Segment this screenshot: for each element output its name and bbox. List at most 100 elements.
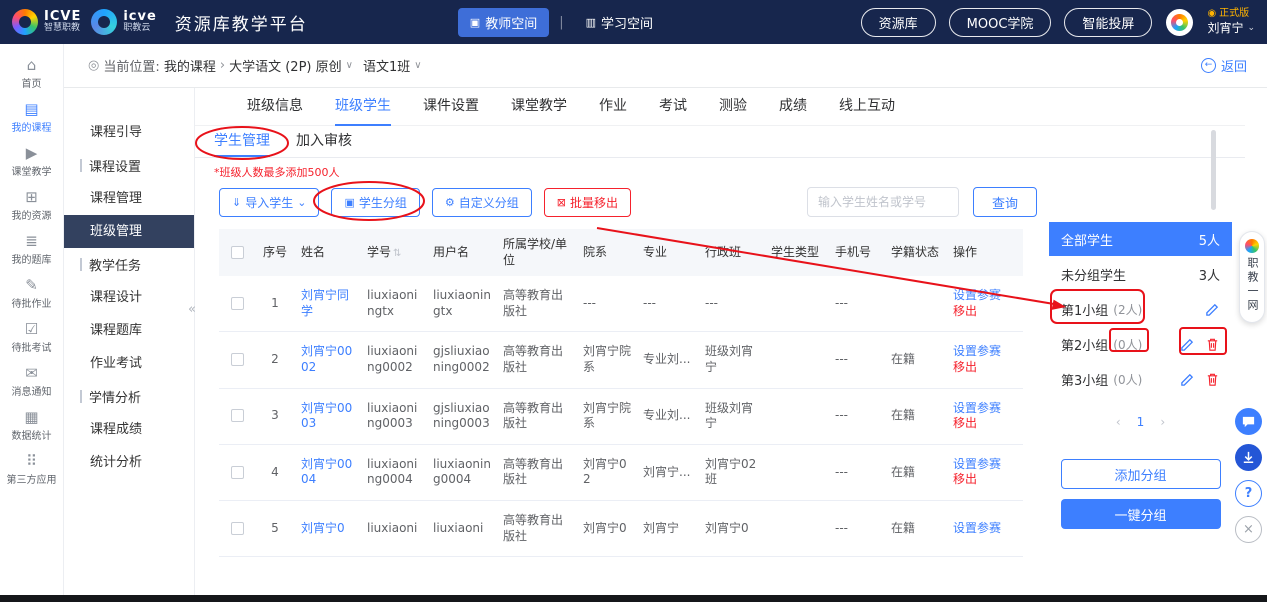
quick-link-button[interactable]: 智能投屏 (1064, 8, 1152, 37)
sidebar-collapse-handle[interactable]: « (188, 302, 196, 317)
add-group-button[interactable]: 添加分组 (1061, 459, 1221, 489)
menu-item[interactable]: 课程管理 (64, 182, 194, 215)
student-name-link[interactable]: 刘宵宁0002 (301, 344, 352, 374)
page-number[interactable]: 1 (1137, 415, 1145, 429)
sort-icon[interactable]: ⇅ (393, 248, 401, 259)
rail-item-question-bank[interactable]: ≣ 我的题库 (0, 228, 63, 272)
back-button[interactable]: ← 返回 (1201, 56, 1247, 75)
tab[interactable]: 成绩 (779, 88, 807, 126)
ungrouped-students-row[interactable]: 未分组学生 3人 (1049, 256, 1232, 292)
menu-section: 教学任务 (64, 248, 194, 281)
group-icon: ▣ (344, 196, 354, 209)
rail-item-pending-exams[interactable]: ☑ 待批考试 (0, 316, 63, 360)
group-row[interactable]: 第2小组 (0人) (1049, 327, 1232, 362)
menu-item[interactable]: 统计分析 (64, 446, 194, 479)
prev-page-icon[interactable]: ‹ (1116, 415, 1121, 429)
student-row: 4 刘宵宁0004 liuxiaoning0004 liuxiaoning000… (219, 444, 1023, 500)
breadcrumb-my-courses[interactable]: 我的课程 (164, 56, 216, 75)
scrollbar-thumb[interactable] (1211, 130, 1216, 210)
divider: | (559, 15, 563, 30)
rail-item-my-resources[interactable]: ⊞ 我的资源 (0, 184, 63, 228)
delete-group-button[interactable] (1205, 337, 1220, 352)
subtab[interactable]: 学生管理 (214, 126, 270, 157)
topnav-teacher-space[interactable]: ▣ 教师空间 (458, 8, 549, 37)
group-row[interactable]: 第3小组 (0人) (1049, 362, 1232, 397)
auto-group-button[interactable]: 一键分组 (1061, 499, 1221, 529)
rail-item-my-courses[interactable]: ▤ 我的课程 (0, 96, 63, 140)
row-checkbox[interactable] (231, 466, 244, 479)
student-table-body: 1 刘宵宁同学 liuxiaoningtx liuxiaoningtx 高等教育… (219, 276, 1023, 556)
side-tab-zhijiao[interactable]: 职教一网 (1239, 231, 1265, 323)
remove-link[interactable]: 移出 (953, 360, 977, 374)
help-float-button[interactable]: ? (1235, 480, 1262, 507)
tab[interactable]: 课堂教学 (511, 88, 567, 126)
set-contest-link[interactable]: 设置参赛 (953, 401, 1001, 415)
set-contest-link[interactable]: 设置参赛 (953, 288, 1001, 302)
menu-item[interactable]: 课程设计 (64, 281, 194, 314)
tab[interactable]: 班级学生 (335, 88, 391, 126)
breadcrumb-class[interactable]: 语文1班 (363, 56, 410, 75)
menu-item[interactable]: 课程引导 (64, 116, 194, 149)
menu-item[interactable]: 课程成绩 (64, 413, 194, 446)
set-contest-link[interactable]: 设置参赛 (953, 457, 1001, 471)
remove-link[interactable]: 移出 (953, 472, 977, 486)
rail-item-statistics[interactable]: ▦ 数据统计 (0, 404, 63, 448)
student-name-link[interactable]: 刘宵宁同学 (301, 288, 349, 318)
breadcrumb: ◎ 当前位置: 我的课程 › 大学语文 (2P) 原创 ∨ 语文1班 ∨ ← 返… (64, 44, 1267, 88)
user-menu[interactable]: ◉正式版 刘宵宁⌄ (1207, 8, 1255, 36)
remove-link[interactable]: 移出 (953, 416, 977, 430)
group-panel: 全部学生 5人 未分组学生 3人 第1小组 (2人) 第2小组 (0人) 第3小… (1049, 222, 1232, 529)
tab[interactable]: 作业 (599, 88, 627, 126)
quick-link-button[interactable]: 资源库 (861, 8, 936, 37)
tab[interactable]: 线上互动 (839, 88, 895, 126)
set-contest-link[interactable]: 设置参赛 (953, 521, 1001, 535)
chevron-down-icon[interactable]: ∨ (346, 60, 353, 71)
set-contest-link[interactable]: 设置参赛 (953, 344, 1001, 358)
tab[interactable]: 班级信息 (247, 88, 303, 126)
row-checkbox[interactable] (231, 297, 244, 310)
topnav-learning-space[interactable]: ▥ 学习空间 (574, 8, 665, 37)
tab[interactable]: 课件设置 (423, 88, 479, 126)
remove-link[interactable]: 移出 (953, 304, 977, 318)
tab[interactable]: 测验 (719, 88, 747, 126)
select-all-checkbox[interactable] (231, 246, 244, 259)
row-checkbox[interactable] (231, 409, 244, 422)
student-grouping-button[interactable]: ▣ 学生分组 (331, 188, 419, 217)
query-button[interactable]: 查询 (973, 187, 1037, 217)
chevron-down-icon[interactable]: ∨ (414, 60, 421, 71)
rail-item-home[interactable]: ⌂ 首页 (0, 52, 63, 96)
group-count: (0人) (1113, 371, 1142, 388)
next-page-icon[interactable]: › (1160, 415, 1165, 429)
download-float-button[interactable] (1235, 444, 1262, 471)
edit-group-button[interactable] (1205, 302, 1220, 317)
row-checkbox[interactable] (231, 522, 244, 535)
close-float-button[interactable]: × (1235, 516, 1262, 543)
quick-link-button[interactable]: MOOC学院 (949, 8, 1052, 37)
chat-float-button[interactable] (1235, 408, 1262, 435)
menu-item[interactable]: 班级管理 (64, 215, 194, 248)
student-name-link[interactable]: 刘宵宁0003 (301, 401, 352, 431)
all-students-header[interactable]: 全部学生 5人 (1049, 222, 1232, 256)
search-input[interactable] (807, 187, 959, 217)
chevron-down-icon: ⌄ (1247, 23, 1255, 34)
import-students-button[interactable]: ⇓ 导入学生 ⌄ (219, 188, 319, 217)
custom-grouping-button[interactable]: ⚙ 自定义分组 (432, 188, 532, 217)
group-row[interactable]: 第1小组 (2人) (1049, 292, 1232, 327)
pending-homework-icon: ✎ (25, 278, 38, 293)
tab[interactable]: 考试 (659, 88, 687, 126)
student-name-link[interactable]: 刘宵宁0004 (301, 457, 352, 487)
rail-item-third-party-apps[interactable]: ⠿ 第三方应用 (0, 448, 63, 492)
rail-item-pending-homework[interactable]: ✎ 待批作业 (0, 272, 63, 316)
student-name-link[interactable]: 刘宵宁0 (301, 521, 345, 535)
rail-item-notifications[interactable]: ✉ 消息通知 (0, 360, 63, 404)
row-checkbox[interactable] (231, 353, 244, 366)
rail-item-classroom-teaching[interactable]: ▶ 课堂教学 (0, 140, 63, 184)
delete-group-button[interactable] (1205, 372, 1220, 387)
edit-group-button[interactable] (1180, 372, 1195, 387)
subtab[interactable]: 加入审核 (296, 126, 352, 157)
menu-item[interactable]: 作业考试 (64, 347, 194, 380)
menu-item[interactable]: 课程题库 (64, 314, 194, 347)
batch-remove-button[interactable]: ⊠ 批量移出 (544, 188, 631, 217)
edit-group-button[interactable] (1180, 337, 1195, 352)
breadcrumb-course[interactable]: 大学语文 (2P) 原创 (229, 56, 342, 75)
